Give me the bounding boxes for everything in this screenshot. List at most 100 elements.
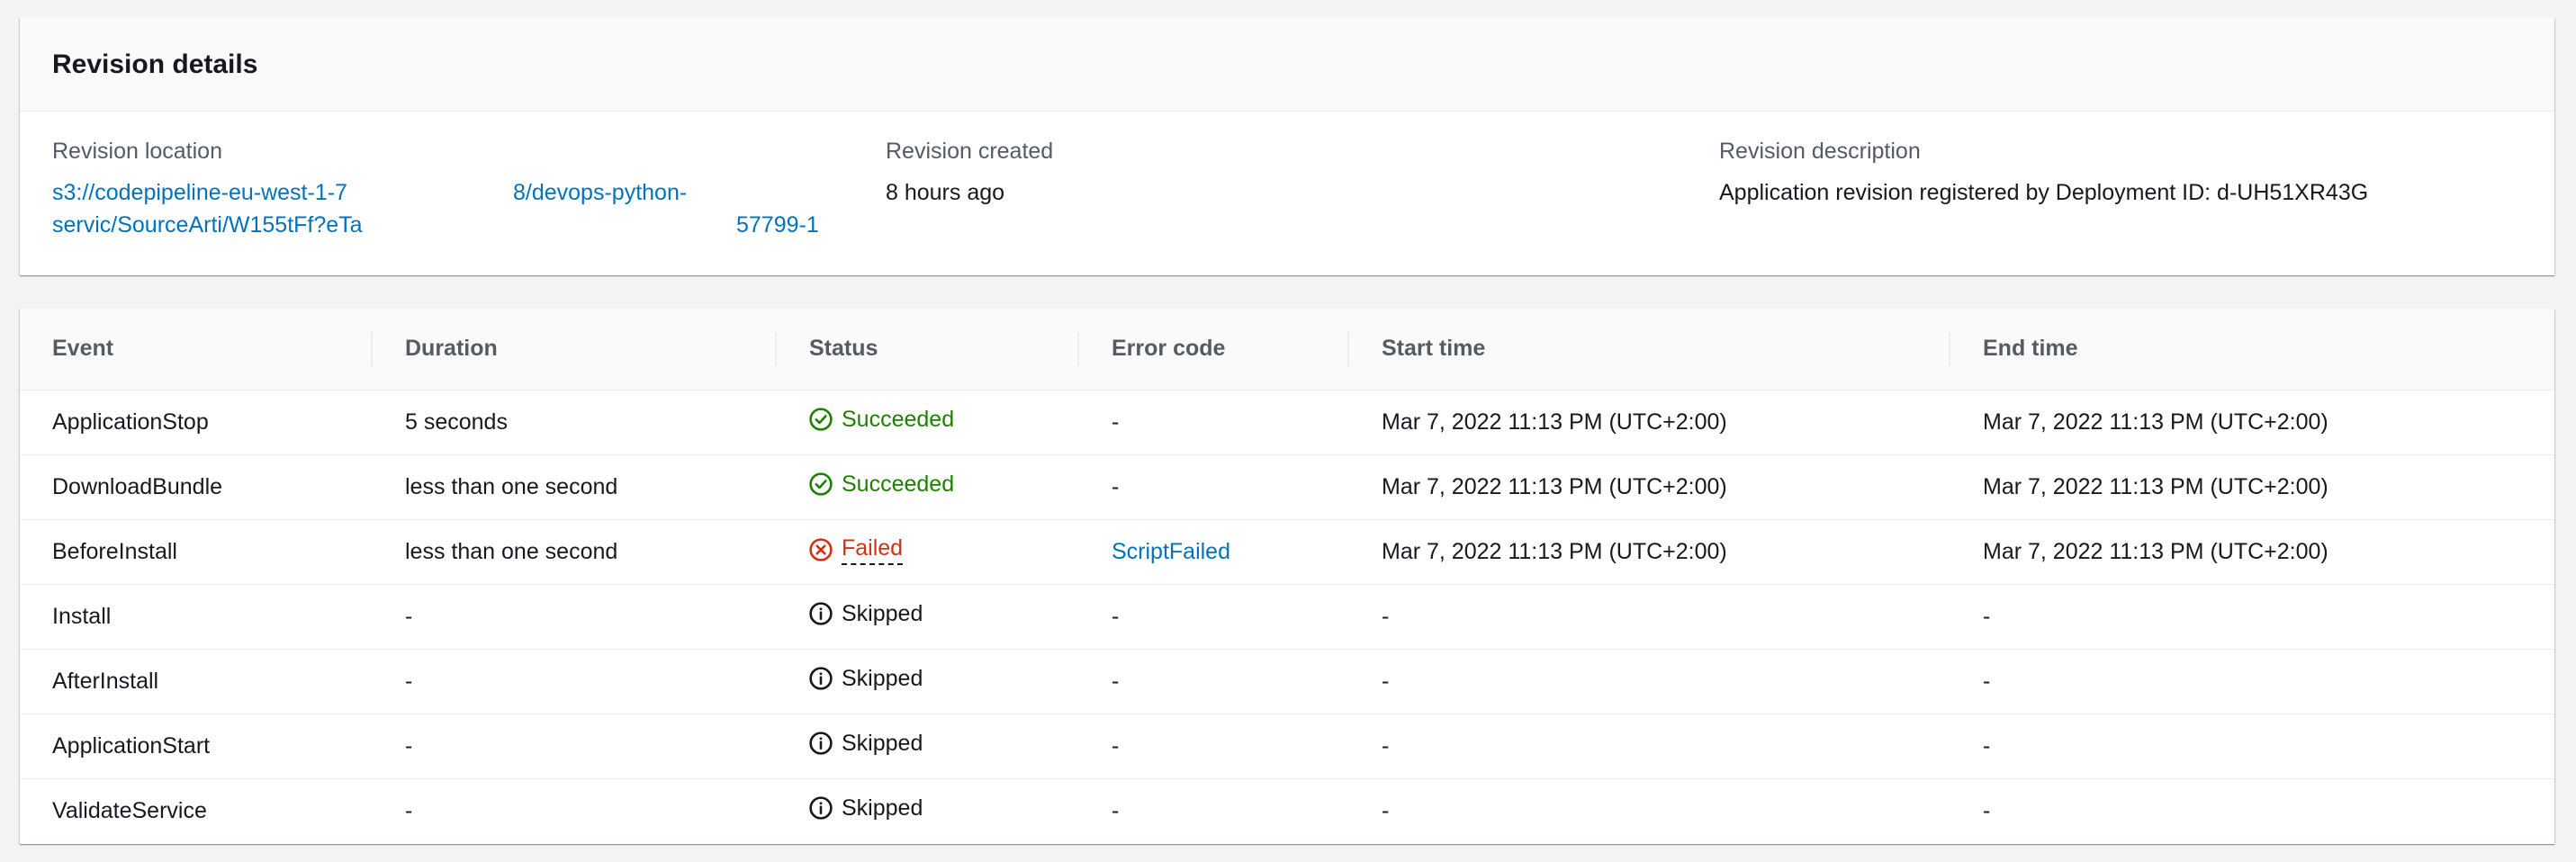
status-cell: Succeeded	[777, 390, 1079, 455]
revision-description-group: Revision description Application revisio…	[1719, 139, 2368, 209]
revision-details-panel: Revision details Revision location s3://…	[20, 18, 2554, 275]
duration-cell: -	[405, 797, 413, 823]
revision-description-label: Revision description	[1719, 139, 1921, 164]
error-code-cell: -	[1079, 649, 1349, 714]
status-text: Skipped	[842, 600, 923, 626]
table-row: AfterInstall - Skipped - - -	[20, 649, 2554, 714]
table-row: Install - Skipped - - -	[20, 584, 2554, 650]
status-success-icon	[809, 408, 833, 431]
status-cell: Skipped	[777, 649, 1079, 714]
error-code-value: -	[1112, 603, 1120, 629]
revision-created-value: 8 hours ago	[886, 180, 1005, 205]
status-failed-icon	[809, 538, 833, 561]
duration-cell: less than one second	[373, 454, 777, 520]
end-time-cell: -	[1983, 797, 1991, 823]
column-header-start-time: Start time	[1349, 309, 1950, 391]
revision-location-line2: servic/SourceArti/W155tFf?eTa	[52, 212, 363, 238]
start-time-cell: Mar 7, 2022 11:13 PM (UTC+2:00)	[1349, 390, 1950, 455]
revision-location-line1: s3://codepipeline-eu-west-1-7	[52, 180, 347, 205]
status-text: Failed	[842, 535, 904, 565]
table-row: ApplicationStart - Skipped - - -	[20, 714, 2554, 779]
column-header-error-code: Error code	[1079, 309, 1349, 391]
start-time-cell: -	[1349, 584, 1950, 650]
status-info-icon	[809, 602, 833, 625]
table-row: BeforeInstall less than one second Failed S…	[20, 519, 2554, 585]
table-row: DownloadBundle less than one second Succee…	[20, 454, 2554, 520]
revision-details-header: Revision details	[20, 18, 2554, 112]
status-indicator: Succeeded	[809, 407, 954, 433]
end-time-cell: -	[1950, 649, 2554, 714]
redacted-area	[391, 211, 733, 239]
error-code-link[interactable]: ScriptFailed	[1112, 539, 1230, 564]
status-text: Skipped	[842, 665, 923, 691]
status-text: Succeeded	[842, 406, 955, 432]
start-time-cell: -	[1349, 714, 1950, 779]
end-time-cell: -	[1950, 714, 2554, 779]
start-time-cell: -	[1382, 797, 1390, 823]
table-row: ValidateService - Skipped - - -	[20, 778, 2554, 843]
status-indicator: Skipped	[809, 601, 923, 627]
end-time-cell: Mar 7, 2022 11:13 PM (UTC+2:00)	[1950, 390, 2554, 455]
error-code-cell: -	[1079, 714, 1349, 779]
revision-details-title: Revision details	[52, 49, 258, 79]
status-info-icon	[809, 667, 833, 690]
status-text: Succeeded	[842, 471, 955, 497]
status-indicator: Skipped	[809, 666, 923, 692]
error-code-cell: ScriptFailed	[1079, 519, 1349, 585]
error-code-cell: -	[1079, 454, 1349, 520]
revision-created-label: Revision created	[886, 139, 1054, 164]
status-indicator: Skipped	[809, 795, 923, 822]
start-time-cell: Mar 7, 2022 11:13 PM (UTC+2:00)	[1349, 454, 1950, 520]
column-header-event: Event	[20, 309, 373, 391]
revision-location-group: Revision location s3://codepipeline-eu-w…	[52, 139, 835, 241]
error-code-value: -	[1112, 409, 1120, 435]
redacted-area	[403, 178, 518, 207]
event-name-cell: ValidateService	[52, 797, 207, 823]
status-indicator: Succeeded	[809, 471, 954, 498]
error-code-value: -	[1112, 668, 1120, 694]
end-time-cell: Mar 7, 2022 11:13 PM (UTC+2:00)	[1950, 454, 2554, 520]
status-indicator[interactable]: Failed	[809, 535, 904, 565]
table-header-row: Event Duration Status Error code Start t…	[20, 309, 2554, 391]
end-time-cell: -	[1950, 584, 2554, 650]
event-name-cell: Install	[20, 584, 373, 650]
duration-cell: -	[373, 649, 777, 714]
column-header-status: Status	[777, 309, 1079, 391]
event-name-cell: DownloadBundle	[20, 454, 373, 520]
table-row: ApplicationStop 5 seconds Succeeded - Mar 7,…	[20, 390, 2554, 455]
revision-location-line2b: 57799-1	[736, 212, 819, 238]
error-code-value: -	[1112, 473, 1120, 499]
status-cell: Skipped	[777, 778, 1079, 843]
error-code-value: -	[1112, 732, 1120, 759]
error-code-cell: -	[1079, 390, 1349, 455]
end-time-cell: Mar 7, 2022 11:13 PM (UTC+2:00)	[1950, 519, 2554, 585]
error-code-value: -	[1112, 797, 1120, 823]
revision-location-link[interactable]: s3://codepipeline-eu-west-1-7 8/devops-p…	[52, 176, 835, 241]
revision-created-group: Revision created 8 hours ago	[886, 139, 1053, 209]
column-header-end-time: End time	[1950, 309, 2554, 391]
status-indicator: Skipped	[809, 731, 923, 757]
event-name-cell: BeforeInstall	[20, 519, 373, 585]
duration-cell: less than one second	[373, 519, 777, 585]
status-success-icon	[809, 472, 833, 496]
table-body: ApplicationStop 5 seconds Succeeded - Mar 7,…	[20, 390, 2554, 843]
status-cell: Succeeded	[777, 454, 1079, 520]
status-text: Skipped	[842, 795, 923, 821]
status-cell: Failed	[777, 519, 1079, 585]
status-info-icon	[809, 732, 833, 755]
revision-description-value: Application revision registered by Deplo…	[1719, 180, 2369, 205]
event-name-cell: ApplicationStart	[20, 714, 373, 779]
duration-cell: -	[373, 714, 777, 779]
start-time-cell: Mar 7, 2022 11:13 PM (UTC+2:00)	[1349, 519, 1950, 585]
start-time-cell: -	[1349, 649, 1950, 714]
status-info-icon	[809, 796, 833, 820]
duration-cell: -	[373, 584, 777, 650]
revision-location-label: Revision location	[52, 139, 222, 164]
error-code-cell: -	[1079, 584, 1349, 650]
error-code-cell: -	[1079, 778, 1349, 843]
lifecycle-events-panel: Event Duration Status Error code Start t…	[20, 309, 2554, 844]
revision-location-line1b: 8/devops-python-	[513, 180, 688, 205]
status-cell: Skipped	[777, 714, 1079, 779]
event-name-cell: AfterInstall	[20, 649, 373, 714]
table-header: Event Duration Status Error code Start t…	[20, 309, 2554, 391]
